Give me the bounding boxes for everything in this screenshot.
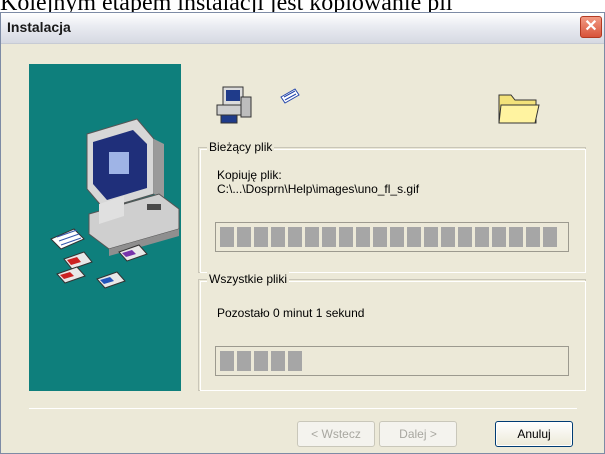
next-button[interactable]: Dalej > <box>379 421 457 447</box>
installer-window: Instalacja ✕ Bieżący plik Kopiuję plik: … <box>0 12 605 454</box>
side-illustration-panel <box>29 64 181 391</box>
computer-illustration-icon <box>50 118 180 289</box>
copying-label: Kopiuję plik: <box>217 168 282 182</box>
all-files-legend: Wszystkie pliki <box>207 272 290 286</box>
title-bar[interactable]: Instalacja ✕ <box>1 13 604 44</box>
progress-segment <box>492 227 506 247</box>
current-file-path: C:\...\Dosprn\Help\images\uno_fl_s.gif <box>217 182 420 196</box>
progress-segment <box>322 227 336 247</box>
back-button[interactable]: < Wstecz <box>297 421 375 447</box>
progress-segment <box>407 227 421 247</box>
time-remaining-text: Pozostało 0 minut 1 sekund <box>217 306 365 320</box>
progress-segment <box>543 227 557 247</box>
progress-segment <box>220 351 234 371</box>
all-files-progress-fill <box>220 351 302 371</box>
progress-segment <box>339 227 353 247</box>
copy-animation-row <box>211 75 571 135</box>
progress-segment <box>356 227 370 247</box>
progress-segment <box>220 227 234 247</box>
folder-icon <box>498 94 540 124</box>
progress-segment <box>458 227 472 247</box>
button-separator <box>29 408 577 409</box>
progress-segment <box>254 351 268 371</box>
close-icon: ✕ <box>584 18 598 35</box>
progress-segment <box>441 227 455 247</box>
progress-segment <box>526 227 540 247</box>
progress-segment <box>237 351 251 371</box>
progress-segment <box>424 227 438 247</box>
all-files-progress-bar <box>215 346 569 376</box>
progress-segment <box>271 227 285 247</box>
progress-segment <box>373 227 387 247</box>
current-file-progress-bar <box>215 222 569 252</box>
current-file-legend: Bieżący plik <box>207 140 275 154</box>
floppy-flying-icon <box>280 88 300 104</box>
progress-segment <box>288 351 302 371</box>
progress-segment <box>305 227 319 247</box>
copy-animation-icons <box>216 86 540 124</box>
computer-install-icon <box>216 86 252 124</box>
current-file-progress-fill <box>220 227 557 247</box>
progress-segment <box>390 227 404 247</box>
progress-segment <box>475 227 489 247</box>
current-file-group: Bieżący plik Kopiuję plik: C:\...\Dosprn… <box>198 140 586 273</box>
cancel-button[interactable]: Anuluj <box>495 421 573 447</box>
window-title: Instalacja <box>7 19 71 35</box>
close-button[interactable]: ✕ <box>580 16 602 38</box>
progress-segment <box>288 227 302 247</box>
progress-segment <box>271 351 285 371</box>
progress-segment <box>254 227 268 247</box>
progress-segment <box>237 227 251 247</box>
progress-segment <box>509 227 523 247</box>
all-files-group: Wszystkie pliki Pozostało 0 minut 1 seku… <box>198 272 586 391</box>
